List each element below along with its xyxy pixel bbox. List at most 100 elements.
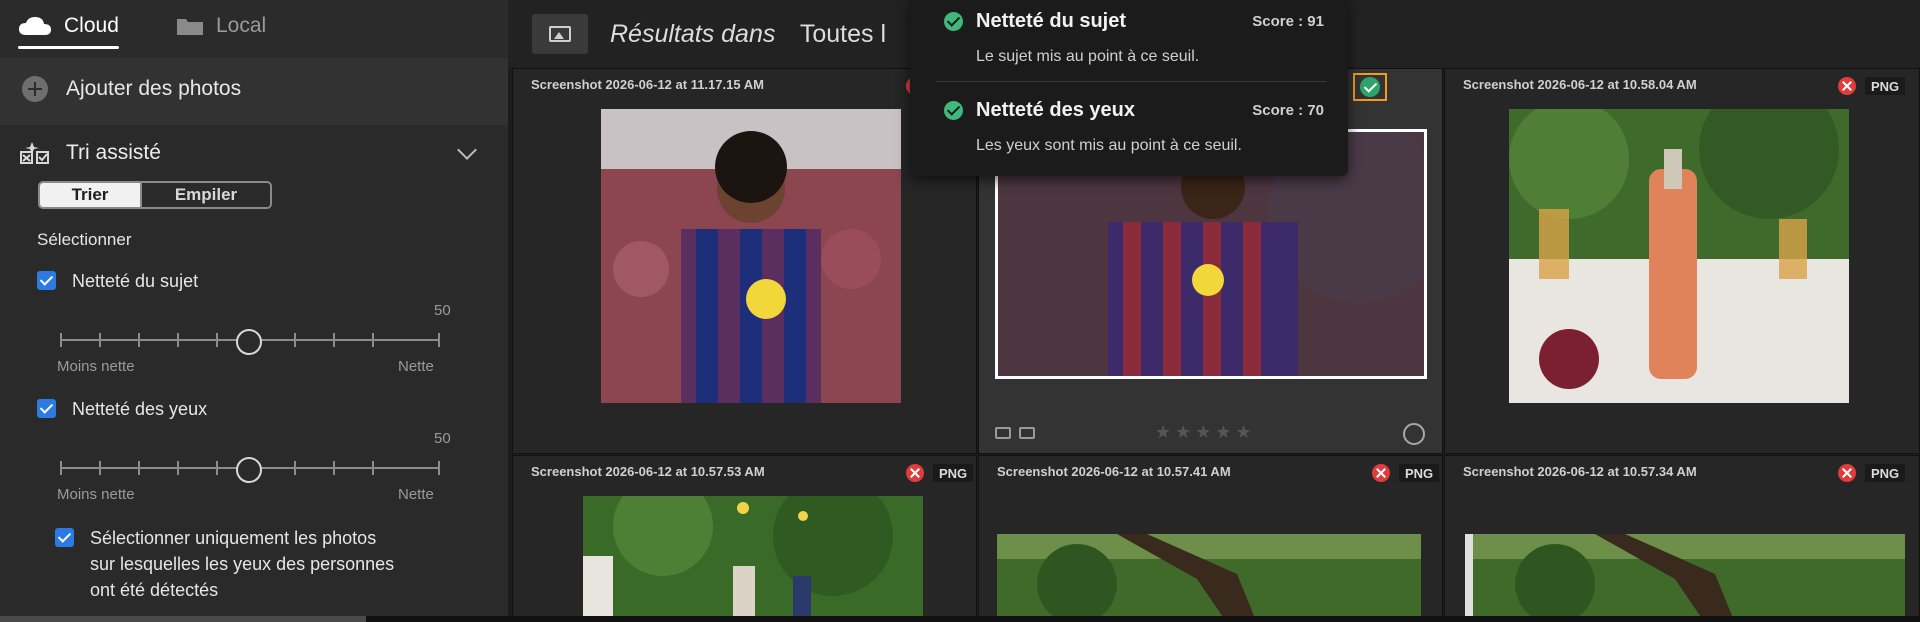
tooltip-divider	[936, 81, 1326, 82]
subject-sharpness-label: Netteté du sujet	[72, 271, 199, 291]
main-scrollbar[interactable]	[366, 616, 1920, 622]
segment-sort[interactable]: Trier	[40, 183, 140, 207]
tooltip-row-eyes: Netteté des yeux Score : 70 Les yeux son…	[944, 99, 1324, 159]
tooltip-row-subject: Netteté du sujet Score : 91 Le sujet mis…	[944, 10, 1324, 70]
grid-cell[interactable]: Screenshot 2026-06-12 at 10.57.41 AM PNG	[978, 455, 1443, 622]
eyes-detected-option: Sélectionner uniquement les photos sur l…	[55, 525, 394, 603]
rejected-icon[interactable]	[1838, 77, 1856, 95]
subject-sharpness-option: Netteté du sujet	[37, 268, 198, 294]
rejected-icon[interactable]	[1838, 464, 1856, 482]
photo-thumbnail	[583, 496, 923, 621]
eyes-detected-line: ont été détectés	[90, 580, 219, 600]
subject-sharpness-slider[interactable]	[60, 325, 440, 355]
grid-cell[interactable]: Screenshot 2026-06-12 at 11.17.15 AM	[512, 68, 977, 454]
segment-stack[interactable]: Empiler	[140, 183, 270, 207]
assisted-sort-icon	[20, 142, 49, 164]
add-photos-button[interactable]: Ajouter des photos	[22, 76, 241, 102]
tab-cloud[interactable]: Cloud	[18, 14, 119, 49]
format-badge: PNG	[933, 464, 974, 482]
flag-pick-icon[interactable]	[995, 427, 1011, 439]
format-badge: PNG	[1399, 464, 1440, 482]
eyes-detected-checkbox[interactable]	[55, 528, 74, 547]
star-rating[interactable]: ★★★★★	[1155, 422, 1256, 443]
left-scrollbar[interactable]	[0, 616, 366, 622]
slider-tick	[60, 461, 62, 475]
tooltip-score: Score : 91	[1252, 13, 1324, 30]
cloud-icon	[19, 17, 51, 35]
slider-tick	[216, 333, 218, 347]
check-circle-icon	[944, 101, 963, 120]
slider-tick	[372, 333, 374, 347]
grid-cell[interactable]: Screenshot 2026-06-12 at 10.58.04 AM PNG	[1444, 68, 1920, 454]
slider-tick	[99, 333, 101, 347]
tab-local[interactable]: Local	[176, 14, 266, 38]
left-panel: Cloud Local Ajouter des photos Tri assis…	[0, 0, 508, 622]
view-mode-button[interactable]	[532, 14, 588, 54]
file-name: Screenshot 2026-06-12 at 10.57.53 AM	[531, 464, 765, 479]
grid-cell[interactable]: Screenshot 2026-06-12 at 10.57.53 AM PNG	[512, 455, 977, 622]
select-heading: Sélectionner	[37, 230, 132, 249]
eye-sharpness-min-label: Moins nette	[57, 486, 135, 503]
slider-handle[interactable]	[236, 329, 262, 355]
eye-sharpness-label: Netteté des yeux	[72, 399, 208, 419]
file-name: Screenshot 2026-06-12 at 11.17.15 AM	[531, 77, 764, 92]
grid-cell[interactable]: Screenshot 2026-06-12 at 10.57.34 AM PNG	[1444, 455, 1920, 622]
eye-sharpness-value: 50	[434, 430, 451, 447]
accepted-indicator[interactable]	[1353, 73, 1387, 101]
photo-thumbnail	[997, 534, 1421, 621]
eye-sharpness-slider[interactable]	[60, 453, 440, 483]
rejected-icon[interactable]	[906, 464, 924, 482]
folder-icon	[177, 19, 203, 35]
sort-mode-segmented-control: Trier Empiler	[38, 181, 272, 209]
slider-tick	[99, 461, 101, 475]
photo-thumbnail	[1465, 534, 1905, 621]
file-name: Screenshot 2026-06-12 at 10.57.34 AM	[1463, 464, 1697, 479]
results-scope-value[interactable]: Toutes l	[800, 20, 886, 48]
image-icon	[549, 26, 571, 42]
flag-icons	[995, 427, 1035, 439]
sharpness-tooltip: Netteté du sujet Score : 91 Le sujet mis…	[910, 0, 1348, 176]
format-badge: PNG	[1865, 464, 1906, 482]
results-prefix: Résultats dans	[610, 20, 776, 48]
assisted-sort-header[interactable]: Tri assisté	[20, 135, 480, 171]
tooltip-description: Les yeux sont mis au point à ce seuil.	[976, 137, 1242, 154]
tooltip-description: Le sujet mis au point à ce seuil.	[976, 48, 1200, 65]
active-tab-indicator	[18, 46, 119, 49]
subject-sharpness-value: 50	[434, 302, 451, 319]
slider-tick	[333, 333, 335, 347]
add-icon	[22, 76, 48, 102]
subject-sharpness-max-label: Nette	[398, 358, 434, 375]
eye-sharpness-checkbox[interactable]	[37, 399, 56, 418]
assisted-sort-section: Tri assisté Trier Empiler Sélectionner N…	[0, 125, 508, 622]
slider-tick	[138, 461, 140, 475]
slider-tick	[372, 461, 374, 475]
tooltip-title: Netteté des yeux	[976, 99, 1135, 121]
subject-sharpness-checkbox[interactable]	[37, 271, 56, 290]
tab-local-label: Local	[216, 14, 267, 37]
subject-sharpness-min-label: Moins nette	[57, 358, 135, 375]
check-circle-icon	[944, 12, 963, 31]
rejected-icon[interactable]	[1372, 464, 1390, 482]
slider-tick	[138, 333, 140, 347]
select-circle[interactable]	[1403, 423, 1425, 445]
tooltip-title: Netteté du sujet	[976, 10, 1127, 32]
check-circle-icon	[1360, 77, 1380, 97]
tooltip-score: Score : 70	[1252, 102, 1324, 119]
slider-tick	[177, 333, 179, 347]
file-name: Screenshot 2026-06-12 at 10.57.41 AM	[997, 464, 1231, 479]
eye-sharpness-max-label: Nette	[398, 486, 434, 503]
flag-reject-icon[interactable]	[1019, 427, 1035, 439]
slider-handle[interactable]	[236, 457, 262, 483]
slider-tick	[438, 461, 440, 475]
file-name: Screenshot 2026-06-12 at 10.58.04 AM	[1463, 77, 1697, 92]
add-photos-label: Ajouter des photos	[66, 77, 242, 100]
slider-tick	[333, 461, 335, 475]
slider-tick	[60, 333, 62, 347]
tab-cloud-label: Cloud	[64, 14, 119, 37]
results-scope: Résultats dans Toutes l	[610, 20, 886, 49]
chevron-down-icon[interactable]	[457, 140, 477, 160]
eye-sharpness-option: Netteté des yeux	[37, 396, 207, 422]
source-tabs: Cloud Local	[0, 0, 508, 58]
eyes-detected-line: Sélectionner uniquement les photos	[90, 528, 377, 548]
format-badge: PNG	[1865, 77, 1906, 95]
